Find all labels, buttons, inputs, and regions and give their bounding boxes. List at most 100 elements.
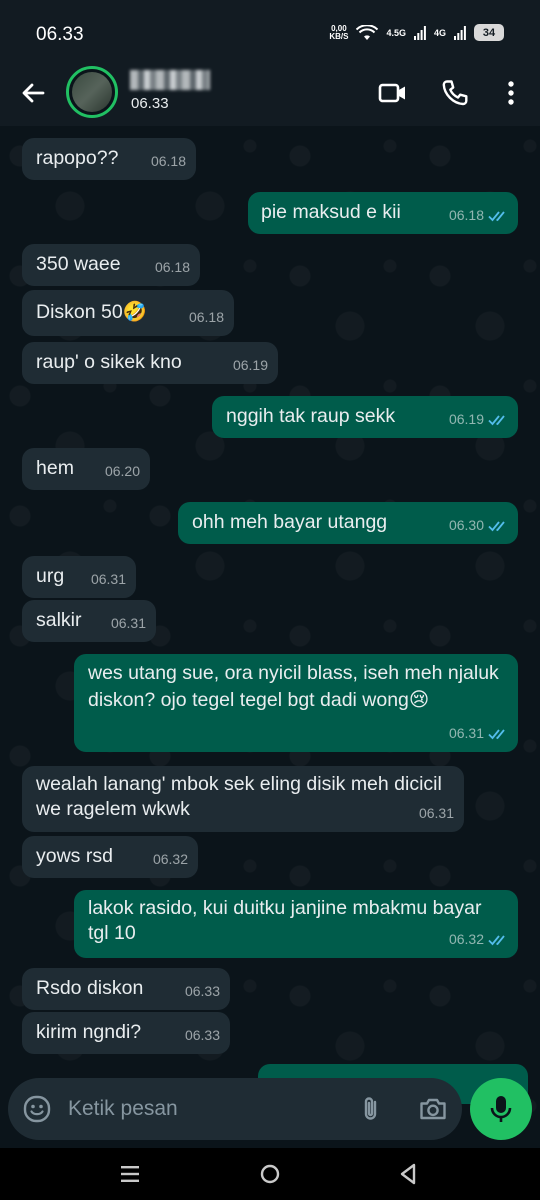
message-meta: 06.31 (91, 567, 126, 592)
message-time: 06.31 (110, 615, 146, 631)
message-time: 06.19 (448, 411, 484, 427)
message-time: 06.20 (104, 463, 140, 479)
message-text: hem (36, 457, 74, 479)
message-meta: 06.33 (185, 979, 220, 1004)
message-incoming[interactable]: Rsdo diskon 06.33 (22, 968, 230, 1010)
message-text: Rsdo diskon (36, 977, 144, 999)
message-time: 06.18 (154, 259, 190, 275)
contact-status: 06.33 (131, 95, 169, 112)
message-incoming[interactable]: Diskon 50🤣 06.18 (22, 290, 234, 336)
status-icons: 0,00 KB/S 4.5G 4G 34 (329, 24, 504, 41)
contact-name-redacted[interactable] (130, 70, 210, 90)
message-outgoing[interactable]: pie maksud e kii 06.18 (248, 192, 518, 234)
read-receipt-icon (488, 210, 505, 221)
message-meta: 06.18 (151, 149, 186, 174)
message-meta: 06.19 (233, 353, 268, 378)
message-time: 06.33 (184, 1027, 220, 1043)
nav-menu-icon[interactable] (116, 1160, 144, 1188)
message-text: salkir (36, 609, 82, 631)
message-outgoing[interactable]: ohh meh bayar utangg 06.30 (178, 502, 518, 544)
message-time: 06.18 (150, 153, 186, 169)
avatar-image (72, 72, 112, 112)
system-navigation-bar (0, 1148, 540, 1200)
message-meta: 06.31 (449, 721, 508, 746)
message-outgoing[interactable]: lakok rasido, kui duitku janjine mbakmu … (74, 890, 518, 958)
read-receipt-icon (488, 728, 505, 739)
message-text: yows rsd (36, 845, 113, 867)
signal-1-label: 4.5G (386, 27, 406, 38)
message-composer (8, 1078, 462, 1140)
message-time: 06.31 (90, 571, 126, 587)
status-bar: 06.33 0,00 KB/S 4.5G 4G 34 (0, 0, 540, 62)
message-incoming[interactable]: salkir 06.31 (22, 600, 156, 642)
message-time: 06.33 (184, 983, 220, 999)
message-meta: 06.18 (189, 305, 224, 330)
voice-call-icon[interactable] (440, 78, 470, 108)
message-incoming[interactable]: wealah lanang' mbok sek eling disik meh … (22, 766, 464, 832)
read-receipt-icon (488, 520, 505, 531)
mic-button[interactable] (470, 1078, 532, 1140)
message-time: 06.31 (418, 805, 454, 821)
message-meta: 06.31 (419, 801, 454, 826)
message-text: wealah lanang' mbok sek eling disik meh … (36, 773, 442, 820)
message-meta: 06.19 (449, 407, 508, 432)
nav-home-icon[interactable] (256, 1160, 284, 1188)
wifi-icon (356, 24, 379, 40)
read-receipt-icon (488, 414, 505, 425)
signal-bars-2-icon (454, 25, 466, 40)
read-receipt-icon (488, 934, 505, 945)
emoji-icon[interactable] (22, 1094, 52, 1124)
message-time: 06.31 (448, 725, 484, 741)
message-meta: 06.18 (155, 255, 190, 280)
message-text: raup' o sikek kno (36, 351, 182, 373)
message-incoming[interactable]: raup' o sikek kno 06.19 (22, 342, 278, 384)
message-incoming[interactable]: urg 06.31 (22, 556, 136, 598)
message-incoming[interactable]: rapopo?? 06.18 (22, 138, 196, 180)
message-incoming[interactable]: yows rsd 06.32 (22, 836, 198, 878)
message-text: pie maksud e kii (261, 201, 401, 223)
signal-2-label: 4G (433, 27, 446, 38)
message-time: 06.30 (448, 517, 484, 533)
message-text: wes utang sue, ora nyicil blass, iseh me… (88, 662, 499, 711)
battery-indicator: 34 (474, 24, 504, 41)
message-meta: 06.30 (449, 513, 508, 538)
message-text: rapopo?? (36, 147, 119, 169)
message-text: urg (36, 565, 65, 587)
message-outgoing[interactable]: nggih tak raup sekk 06.19 (212, 396, 518, 438)
message-time: 06.19 (232, 357, 268, 373)
message-meta: 06.32 (153, 847, 188, 872)
message-incoming[interactable]: kirim ngndi? 06.33 (22, 1012, 230, 1054)
message-time: 06.18 (448, 207, 484, 223)
back-arrow-icon[interactable] (18, 78, 48, 108)
message-meta: 06.33 (185, 1023, 220, 1048)
message-meta: 06.18 (449, 203, 508, 228)
message-meta: 06.20 (105, 459, 140, 484)
nav-back-icon[interactable] (394, 1160, 422, 1188)
camera-icon[interactable] (418, 1094, 448, 1124)
signal-bars-1-icon (413, 25, 426, 40)
message-text: kirim ngndi? (36, 1021, 142, 1043)
message-time: 06.32 (448, 931, 484, 947)
chat-header: 06.33 (0, 62, 540, 126)
message-text: Diskon 50🤣 (36, 301, 147, 323)
message-meta: 06.32 (449, 927, 508, 952)
network-speed-unit: KB/S (329, 31, 349, 41)
mic-icon (490, 1096, 512, 1122)
more-options-icon[interactable] (496, 78, 526, 108)
message-meta: 06.31 (111, 611, 146, 636)
message-incoming[interactable]: hem 06.20 (22, 448, 150, 490)
message-time: 06.32 (152, 851, 188, 867)
attach-icon[interactable] (356, 1094, 386, 1124)
message-text: nggih tak raup sekk (226, 405, 396, 427)
message-text: ohh meh bayar utangg (192, 511, 388, 533)
network-speed: 0,00 KB/S (329, 24, 349, 41)
chat-area[interactable]: rapopo?? 06.18 pie maksud e kii 06.18 35… (0, 126, 540, 1148)
video-call-icon[interactable] (378, 78, 408, 108)
message-input[interactable] (68, 1097, 318, 1121)
avatar[interactable] (66, 66, 118, 118)
message-text: 350 waee (36, 253, 121, 275)
message-time: 06.18 (188, 309, 224, 325)
message-outgoing[interactable]: wes utang sue, ora nyicil blass, iseh me… (74, 654, 518, 752)
message-text: lakok rasido, kui duitku janjine mbakmu … (88, 897, 482, 944)
message-incoming[interactable]: 350 waee 06.18 (22, 244, 200, 286)
